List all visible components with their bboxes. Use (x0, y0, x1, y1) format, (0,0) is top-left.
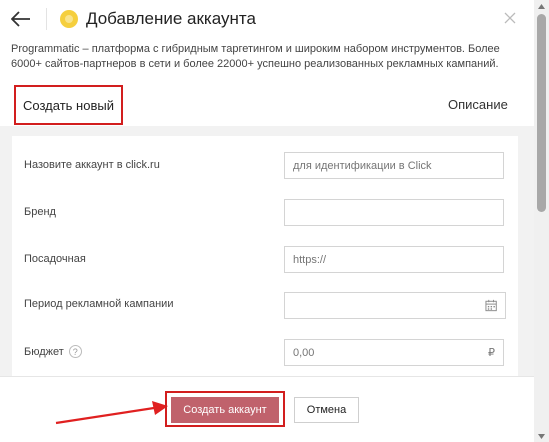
scroll-down-button[interactable] (534, 430, 549, 442)
budget-input[interactable] (293, 346, 463, 359)
cancel-button[interactable]: Отмена (294, 397, 359, 423)
currency-symbol: ₽ (488, 347, 495, 359)
tab-description[interactable]: Описание (448, 97, 508, 112)
period-input[interactable] (293, 299, 485, 312)
close-button[interactable] (502, 10, 518, 26)
brand-input[interactable] (293, 206, 495, 219)
landing-url-input[interactable] (293, 253, 495, 266)
header-divider (46, 8, 47, 30)
account-name-label: Назовите аккаунт в click.ru (24, 159, 160, 171)
dialog-header: Добавление аккаунта (0, 0, 534, 38)
budget-field[interactable]: ₽ (284, 339, 504, 366)
account-name-field[interactable] (284, 152, 504, 179)
budget-label: Бюджет ? (24, 345, 82, 358)
period-label: Период рекламной кампании (24, 298, 174, 310)
brand-field[interactable] (284, 199, 504, 226)
dialog-title: Добавление аккаунта (86, 9, 256, 28)
landing-label: Посадочная (24, 253, 86, 265)
programmatic-logo-icon (60, 10, 78, 28)
period-field[interactable] (284, 292, 506, 319)
triangle-down-icon (538, 433, 545, 439)
close-icon (504, 12, 516, 24)
scrollbar-thumb[interactable] (537, 14, 546, 212)
triangle-up-icon (538, 3, 545, 9)
platform-description: Programmatic – платформа с гибридным тар… (11, 43, 500, 70)
arrow-left-icon (11, 11, 30, 27)
question-circle-icon[interactable]: ? (68, 345, 82, 358)
create-account-button[interactable]: Создать аккаунт (171, 397, 279, 423)
account-name-input[interactable] (293, 159, 495, 172)
calendar-icon[interactable] (485, 299, 497, 312)
red-pointer-arrow (55, 401, 168, 425)
brand-label: Бренд (24, 206, 56, 218)
tab-bar: Создать новый Описание (0, 84, 534, 126)
vertical-scrollbar[interactable] (534, 0, 549, 442)
scroll-up-button[interactable] (534, 0, 549, 12)
back-button[interactable] (8, 6, 34, 32)
landing-field[interactable] (284, 246, 504, 273)
tab-create-new[interactable]: Создать новый (14, 85, 123, 125)
